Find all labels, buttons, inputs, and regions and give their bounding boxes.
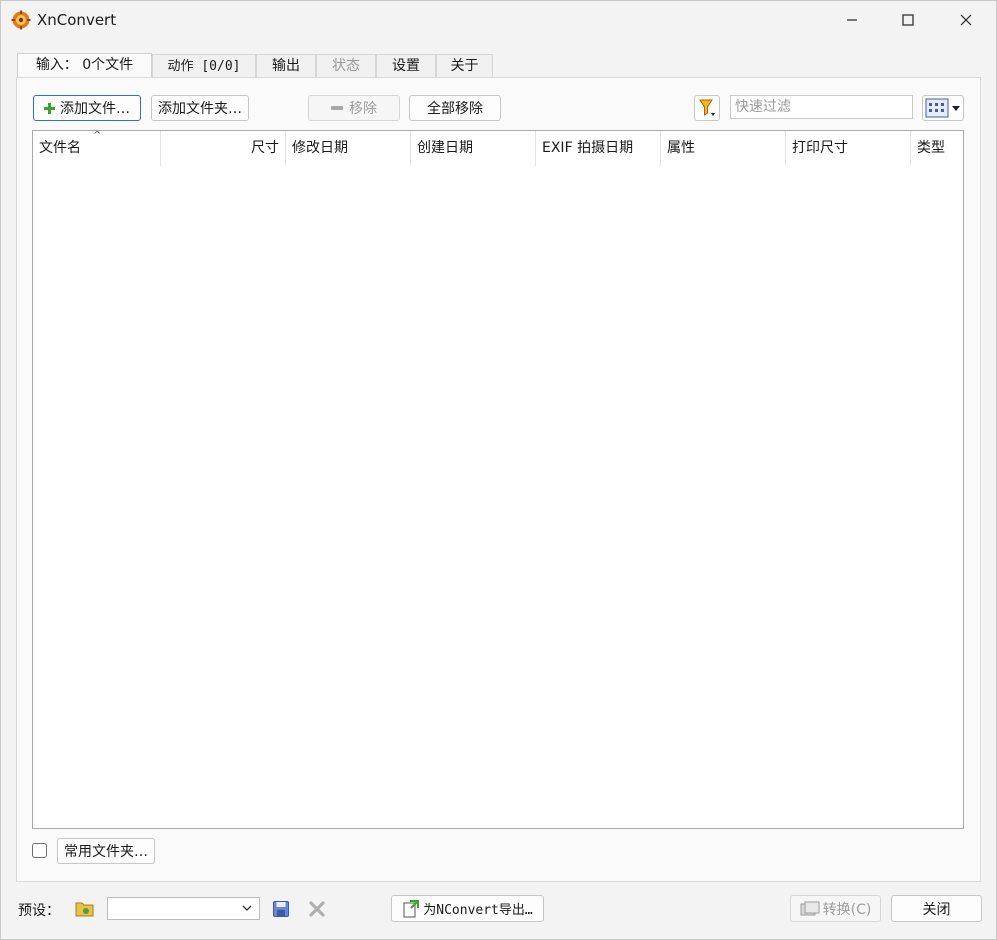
delete-preset-button[interactable] xyxy=(305,897,329,921)
filter-button[interactable] xyxy=(694,95,720,121)
folder-open-icon xyxy=(75,902,94,917)
preset-select[interactable] xyxy=(107,897,260,920)
favorites-checkbox[interactable] xyxy=(32,843,47,858)
minus-icon xyxy=(331,106,343,110)
column-type[interactable]: 类型 xyxy=(910,131,963,166)
tab-actions[interactable]: 动作 [0/0] xyxy=(152,54,256,77)
maximize-button[interactable] xyxy=(879,1,937,39)
view-mode-button[interactable] xyxy=(922,95,964,121)
app-window: XnConvert 输入： 0个文件 动作 [0/0] 输出 状态 设置 关于 … xyxy=(0,0,997,940)
convert-button[interactable]: 转换(C) xyxy=(790,895,881,922)
add-files-button[interactable]: 添加文件… xyxy=(33,95,141,121)
column-size[interactable]: 尺寸 xyxy=(160,131,285,166)
column-attributes[interactable]: 属性 xyxy=(660,131,785,166)
window-title: XnConvert xyxy=(37,11,117,29)
filter-funnel-icon xyxy=(699,99,715,116)
title-bar: XnConvert xyxy=(1,1,996,39)
column-print-size[interactable]: 打印尺寸 xyxy=(785,131,910,166)
tab-status: 状态 xyxy=(316,54,376,77)
chevron-down-icon xyxy=(242,905,252,911)
column-created-date[interactable]: 创建日期 xyxy=(410,131,535,166)
export-nconvert-label: 为NConvert导出… xyxy=(423,903,533,918)
quick-filter-input[interactable] xyxy=(730,95,913,119)
export-nconvert-button[interactable]: 为NConvert导出… xyxy=(391,895,544,922)
tab-settings[interactable]: 设置 xyxy=(376,54,436,77)
minimize-button[interactable] xyxy=(823,1,881,39)
tab-about[interactable]: 关于 xyxy=(436,54,493,77)
delete-x-icon xyxy=(309,901,325,917)
column-filename[interactable]: 文件名 ^ xyxy=(33,131,160,166)
column-modified-date[interactable]: 修改日期 xyxy=(285,131,410,166)
save-preset-button[interactable] xyxy=(269,897,293,921)
sort-ascending-icon: ^ xyxy=(93,130,102,141)
add-folder-button[interactable]: 添加文件夹… xyxy=(151,95,249,121)
tab-input[interactable]: 输入： 0个文件 xyxy=(17,53,152,78)
close-icon xyxy=(960,14,972,26)
file-list[interactable]: 文件名 ^ 尺寸 修改日期 创建日期 EXIF 拍摄日期 属性 打印尺寸 类型 xyxy=(32,130,964,829)
favorite-folders-button[interactable]: 常用文件夹… xyxy=(57,838,155,864)
save-disk-icon xyxy=(273,901,289,917)
remove-all-button[interactable]: 全部移除 xyxy=(409,95,501,121)
minimize-icon xyxy=(847,19,857,21)
remove-label: 移除 xyxy=(349,101,377,117)
presets-label: 预设： xyxy=(18,903,60,919)
xnconvert-logo-icon xyxy=(11,10,31,30)
file-list-header: 文件名 ^ 尺寸 修改日期 创建日期 EXIF 拍摄日期 属性 打印尺寸 类型 xyxy=(33,131,963,166)
plus-icon xyxy=(44,102,55,114)
close-window-button[interactable] xyxy=(937,1,995,39)
tab-actions-label: 动作 [0/0] xyxy=(167,59,241,74)
maximize-icon xyxy=(902,14,914,26)
open-preset-button[interactable] xyxy=(73,897,97,921)
close-button[interactable]: 关闭 xyxy=(891,895,982,922)
convert-label: 转换(C) xyxy=(822,901,872,918)
export-document-icon xyxy=(403,899,420,917)
column-exif-date[interactable]: EXIF 拍摄日期 xyxy=(535,131,660,166)
thumbnail-grid-icon xyxy=(925,98,960,118)
tab-output[interactable]: 输出 xyxy=(256,54,316,77)
remove-button[interactable]: 移除 xyxy=(308,95,400,121)
column-filename-label: 文件名 xyxy=(39,140,81,156)
add-files-label: 添加文件… xyxy=(60,101,130,117)
convert-icon xyxy=(800,901,820,915)
